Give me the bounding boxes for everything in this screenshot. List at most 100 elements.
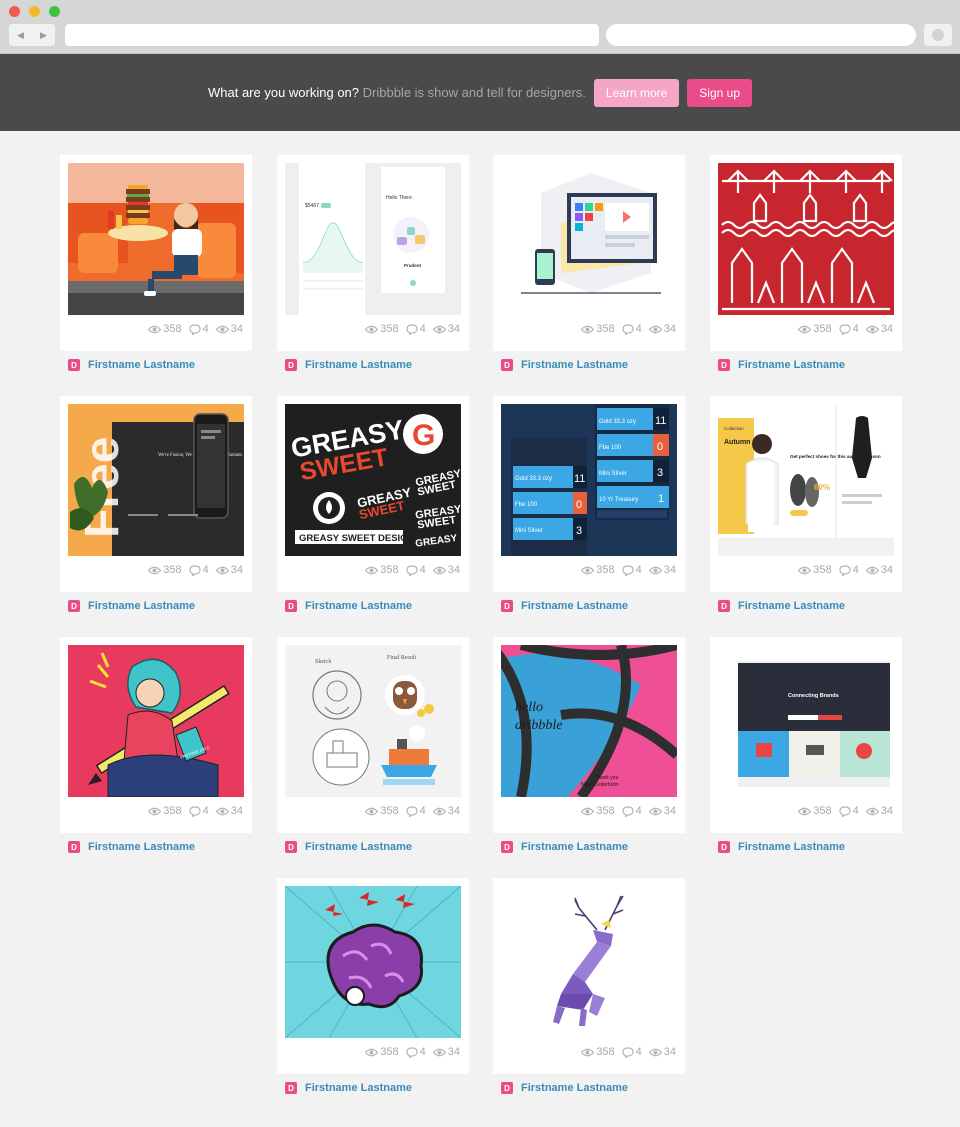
likes-stat[interactable]: 34 bbox=[432, 323, 460, 335]
extension-button[interactable] bbox=[924, 24, 952, 46]
author-name-link[interactable]: Firstname Lastname bbox=[305, 600, 412, 612]
shot-thumbnail[interactable] bbox=[501, 163, 677, 315]
shot-author[interactable]: D Firstname Lastname bbox=[718, 359, 845, 371]
likes-stat[interactable]: 34 bbox=[865, 564, 893, 576]
author-name-link[interactable]: Firstname Lastname bbox=[738, 841, 845, 853]
shot-thumbnail[interactable]: PANTONE 136 C bbox=[68, 645, 244, 797]
author-name-link[interactable]: Firstname Lastname bbox=[738, 600, 845, 612]
likes-stat[interactable]: 34 bbox=[432, 805, 460, 817]
shot-thumbnail[interactable]: $5467 Hello There. Prudent bbox=[285, 163, 461, 315]
shot-author[interactable]: D Firstname Lastname bbox=[718, 600, 845, 612]
shot-thumbnail[interactable]: Connecting Brands bbox=[718, 645, 894, 797]
comments-stat[interactable]: 4 bbox=[406, 1046, 426, 1058]
comments-stat[interactable]: 4 bbox=[622, 564, 642, 576]
shot-thumbnail[interactable] bbox=[501, 886, 677, 1038]
shot-card[interactable]: 358 4 34 bbox=[493, 155, 685, 351]
comments-stat[interactable]: 4 bbox=[189, 564, 209, 576]
comments-count: 4 bbox=[635, 564, 642, 576]
author-name-link[interactable]: Firstname Lastname bbox=[305, 1082, 412, 1094]
shot-card[interactable]: Free We're Fusion, We Make Things for Hu… bbox=[60, 396, 252, 592]
shot-card[interactable]: 358 4 34 bbox=[277, 878, 469, 1074]
author-name-link[interactable]: Firstname Lastname bbox=[521, 359, 628, 371]
shot-card[interactable]: $5467 Hello There. Prudent 358 4 34 bbox=[277, 155, 469, 351]
likes-stat[interactable]: 34 bbox=[432, 1046, 460, 1058]
author-name-link[interactable]: Firstname Lastname bbox=[88, 359, 195, 371]
sign-up-button[interactable]: Sign up bbox=[687, 78, 752, 107]
learn-more-button[interactable]: Learn more bbox=[593, 78, 680, 107]
shot-author[interactable]: D Firstname Lastname bbox=[285, 359, 412, 371]
eye-icon bbox=[581, 566, 595, 575]
author-name-link[interactable]: Firstname Lastname bbox=[88, 841, 195, 853]
shot-thumbnail[interactable]: Collection Autumn 2016 Get perfect shoes… bbox=[718, 404, 894, 556]
comments-stat[interactable]: 4 bbox=[839, 805, 859, 817]
shot-thumbnail[interactable] bbox=[285, 886, 461, 1038]
shot-card[interactable]: 358 4 34 bbox=[493, 878, 685, 1074]
shot-thumbnail[interactable] bbox=[718, 163, 894, 315]
comments-stat[interactable]: 4 bbox=[622, 1046, 642, 1058]
author-name-link[interactable]: Firstname Lastname bbox=[305, 359, 412, 371]
shot-card[interactable]: Sketch Final Result 358 4 34 bbox=[277, 637, 469, 833]
comments-stat[interactable]: 4 bbox=[189, 323, 209, 335]
comments-stat[interactable]: 4 bbox=[839, 323, 859, 335]
shot-card[interactable]: 358 4 34 bbox=[710, 155, 902, 351]
maximize-window-icon[interactable] bbox=[49, 6, 60, 17]
likes-stat[interactable]: 34 bbox=[215, 564, 243, 576]
likes-stat[interactable]: 34 bbox=[648, 323, 676, 335]
likes-stat[interactable]: 34 bbox=[215, 805, 243, 817]
comments-stat[interactable]: 4 bbox=[622, 323, 642, 335]
shot-thumbnail[interactable]: hello dribbble Thank you Noah Cederholm bbox=[501, 645, 677, 797]
address-bar[interactable] bbox=[65, 24, 599, 46]
likes-stat[interactable]: 34 bbox=[648, 805, 676, 817]
shot-author[interactable]: D Firstname Lastname bbox=[285, 600, 412, 612]
shot-thumbnail[interactable]: GREASY SWEET G GREASY SWEET GREASY SWEET… bbox=[285, 404, 461, 556]
shot-card[interactable]: GREASY SWEET G GREASY SWEET GREASY SWEET… bbox=[277, 396, 469, 592]
shot-author[interactable]: D Firstname Lastname bbox=[68, 359, 195, 371]
likes-stat[interactable]: 34 bbox=[432, 564, 460, 576]
shot-author[interactable]: D Firstname Lastname bbox=[501, 1082, 628, 1094]
close-window-icon[interactable] bbox=[9, 6, 20, 17]
shot-author[interactable]: D Firstname Lastname bbox=[501, 600, 628, 612]
shot-author[interactable]: D Firstname Lastname bbox=[718, 841, 845, 853]
shot-card[interactable]: Connecting Brands 358 4 34 bbox=[710, 637, 902, 833]
like-icon bbox=[215, 807, 229, 816]
comments-stat[interactable]: 4 bbox=[622, 805, 642, 817]
like-icon bbox=[432, 1048, 446, 1057]
minimize-window-icon[interactable] bbox=[29, 6, 40, 17]
shot-card[interactable]: PANTONE 136 C 358 4 34 bbox=[60, 637, 252, 833]
back-arrow-icon[interactable]: ◀ bbox=[9, 24, 32, 46]
svg-text:Gold 33.3 ozy: Gold 33.3 ozy bbox=[515, 476, 552, 482]
shot-thumbnail[interactable]: Sketch Final Result bbox=[285, 645, 461, 797]
shot-author[interactable]: D Firstname Lastname bbox=[285, 841, 412, 853]
shot-author[interactable]: D Firstname Lastname bbox=[68, 600, 195, 612]
comments-stat[interactable]: 4 bbox=[406, 564, 426, 576]
comments-stat[interactable]: 4 bbox=[406, 805, 426, 817]
author-name-link[interactable]: Firstname Lastname bbox=[738, 359, 845, 371]
author-name-link[interactable]: Firstname Lastname bbox=[305, 841, 412, 853]
author-name-link[interactable]: Firstname Lastname bbox=[88, 600, 195, 612]
shot-author[interactable]: D Firstname Lastname bbox=[501, 841, 628, 853]
comments-stat[interactable]: 4 bbox=[189, 805, 209, 817]
likes-stat[interactable]: 34 bbox=[648, 564, 676, 576]
shot-card[interactable]: Gold 33.3 ozy Fbe 100 Mini Silver Gold 3… bbox=[493, 396, 685, 592]
shot-author[interactable]: D Firstname Lastname bbox=[285, 1082, 412, 1094]
likes-stat[interactable]: 34 bbox=[865, 323, 893, 335]
shot-author[interactable]: D Firstname Lastname bbox=[68, 841, 195, 853]
comments-stat[interactable]: 4 bbox=[406, 323, 426, 335]
views-stat: 358 bbox=[581, 564, 615, 576]
author-name-link[interactable]: Firstname Lastname bbox=[521, 841, 628, 853]
shot-card[interactable]: Collection Autumn 2016 Get perfect shoes… bbox=[710, 396, 902, 592]
shot-card[interactable]: hello dribbble Thank you Noah Cederholm … bbox=[493, 637, 685, 833]
browser-search-field[interactable] bbox=[606, 24, 916, 46]
author-name-link[interactable]: Firstname Lastname bbox=[521, 600, 628, 612]
shot-thumbnail[interactable]: Gold 33.3 ozy Fbe 100 Mini Silver Gold 3… bbox=[501, 404, 677, 556]
shot-thumbnail[interactable]: Free We're Fusion, We Make Things for Hu… bbox=[68, 404, 244, 556]
likes-stat[interactable]: 34 bbox=[215, 323, 243, 335]
author-name-link[interactable]: Firstname Lastname bbox=[521, 1082, 628, 1094]
shot-card[interactable]: 358 4 34 bbox=[60, 155, 252, 351]
forward-arrow-icon[interactable]: ▶ bbox=[32, 24, 55, 46]
shot-thumbnail[interactable] bbox=[68, 163, 244, 315]
comments-stat[interactable]: 4 bbox=[839, 564, 859, 576]
likes-stat[interactable]: 34 bbox=[648, 1046, 676, 1058]
likes-stat[interactable]: 34 bbox=[865, 805, 893, 817]
shot-author[interactable]: D Firstname Lastname bbox=[501, 359, 628, 371]
